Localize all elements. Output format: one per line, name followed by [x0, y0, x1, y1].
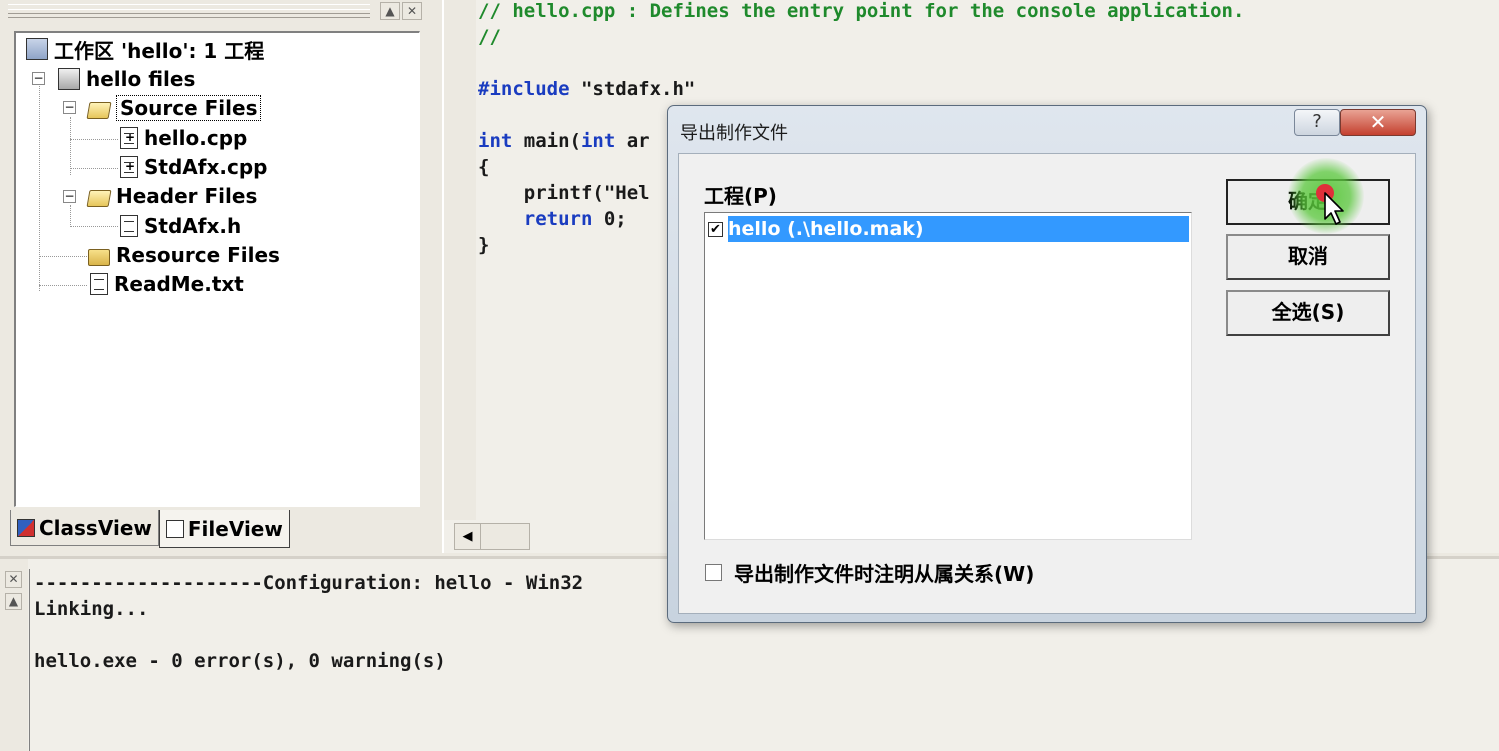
code-token: 0;	[592, 208, 627, 230]
dependencies-option[interactable]: 导出制作文件时注明从属关系(W)	[705, 558, 1034, 587]
editor-gutter	[444, 0, 476, 520]
fileview-icon	[165, 519, 184, 538]
project-item-label: hello (.\hello.mak)	[728, 216, 1189, 242]
project-list[interactable]: ✔ hello (.\hello.mak)	[704, 212, 1192, 540]
code-token: ar	[615, 130, 650, 152]
tree-item-hello-cpp[interactable]: hello.cpp	[120, 125, 247, 151]
project-icon	[58, 68, 80, 90]
output-side-bar: ✕ ▲	[0, 559, 28, 751]
panel-maximize-button[interactable]: ▲	[380, 2, 400, 20]
close-button[interactable]: ✕	[1340, 109, 1416, 136]
open-folder-icon	[86, 101, 112, 119]
tree-item-readme[interactable]: ReadMe.txt	[90, 271, 244, 297]
tree-item-label: 工作区 'hello': 1 工程	[54, 38, 265, 63]
code-line: #include "stdafx.h"	[478, 78, 695, 100]
project-list-item[interactable]: ✔ hello (.\hello.mak)	[707, 216, 1189, 242]
dialog-title: 导出制作文件	[680, 123, 788, 144]
workspace-icon	[26, 38, 48, 60]
code-token: return	[478, 208, 593, 230]
tree-item-source-files[interactable]: Source Files	[86, 95, 262, 121]
select-all-button[interactable]: 全选(S)	[1226, 290, 1390, 336]
tab-fileview[interactable]: FileView	[158, 510, 290, 548]
tree-item-stdafx-h[interactable]: StdAfx.h	[120, 213, 241, 239]
tree-item-label: Resource Files	[116, 243, 280, 267]
tree-item-project[interactable]: hello files	[58, 66, 195, 92]
tree-connector	[70, 117, 71, 175]
output-line: Linking...	[34, 598, 149, 620]
dependencies-label: 导出制作文件时注明从属关系(W)	[734, 562, 1035, 586]
cpp-file-icon	[120, 156, 138, 178]
tree-connector	[70, 205, 71, 227]
cpp-file-icon	[120, 127, 138, 149]
file-tree: 工作区 'hello': 1 工程 − hello files − Source…	[14, 31, 420, 507]
code-token: main(	[512, 130, 581, 152]
collapse-toggle[interactable]: −	[63, 101, 76, 114]
tree-item-label: hello.cpp	[144, 126, 248, 150]
tree-item-label: StdAfx.h	[144, 214, 242, 238]
code-line: //	[478, 26, 501, 48]
code-line: // hello.cpp : Defines the entry point f…	[478, 0, 1245, 22]
tree-item-label: Source Files	[116, 95, 262, 121]
workspace-tabs: ClassView FileView	[10, 510, 290, 548]
maximize-icon[interactable]: ▲	[5, 593, 22, 610]
output-line: hello.exe - 0 error(s), 0 warning(s)	[34, 650, 446, 672]
tree-item-label: hello files	[86, 67, 196, 91]
tree-item-resource-files[interactable]: Resource Files	[88, 242, 280, 268]
collapse-toggle[interactable]: −	[32, 72, 45, 85]
tree-item-label: ReadMe.txt	[114, 272, 244, 296]
tree-connector	[39, 81, 40, 291]
tab-label: ClassView	[39, 515, 152, 540]
code-token: int	[580, 130, 616, 152]
close-icon[interactable]: ✕	[5, 571, 22, 588]
code-token: #include	[478, 78, 570, 100]
divider	[29, 569, 30, 751]
tree-item-header-files[interactable]: Header Files	[86, 183, 258, 209]
tree-item-stdafx-cpp[interactable]: StdAfx.cpp	[120, 154, 267, 180]
open-folder-icon	[86, 189, 112, 207]
folder-icon	[88, 248, 110, 266]
tree-connector	[70, 168, 118, 169]
output-line: --------------------Configuration: hello…	[34, 572, 584, 594]
help-button[interactable]: ?	[1294, 109, 1340, 136]
code-token: int	[478, 130, 513, 152]
panel-grip[interactable]	[8, 4, 370, 18]
tree-connector	[70, 139, 118, 140]
tab-classview[interactable]: ClassView	[10, 510, 159, 546]
tab-label: FileView	[187, 516, 283, 541]
dependencies-checkbox[interactable]	[705, 564, 722, 581]
tree-item-workspace[interactable]: 工作区 'hello': 1 工程	[26, 36, 265, 63]
collapse-toggle[interactable]: −	[63, 190, 76, 203]
project-list-label: 工程(P)	[704, 184, 777, 208]
text-file-icon	[90, 273, 108, 295]
tree-item-label: StdAfx.cpp	[144, 155, 268, 179]
header-file-icon	[120, 215, 138, 237]
tree-connector	[70, 226, 118, 227]
horizontal-scrollbar[interactable]: ◀	[454, 523, 530, 550]
code-token: "stdafx.h"	[569, 78, 696, 100]
classview-icon	[17, 518, 35, 537]
tree-connector	[39, 256, 87, 257]
code-line: int main(int ar	[478, 130, 650, 152]
workspace-panel: ▲ ✕ 工作区 'hello': 1 工程 − hello files − So…	[0, 0, 438, 553]
cancel-button[interactable]: 取消	[1226, 234, 1390, 280]
scroll-left-icon[interactable]: ◀	[455, 524, 481, 549]
code-line: return 0;	[478, 208, 627, 230]
code-line: printf("Hel	[478, 182, 650, 204]
panel-close-button[interactable]: ✕	[402, 2, 422, 20]
tree-connector	[39, 285, 87, 286]
tree-item-label: Header Files	[116, 184, 258, 208]
project-checkbox[interactable]: ✔	[708, 221, 723, 237]
code-line: }	[478, 234, 490, 256]
mouse-cursor-icon	[1324, 192, 1344, 225]
code-line: {	[478, 156, 490, 178]
